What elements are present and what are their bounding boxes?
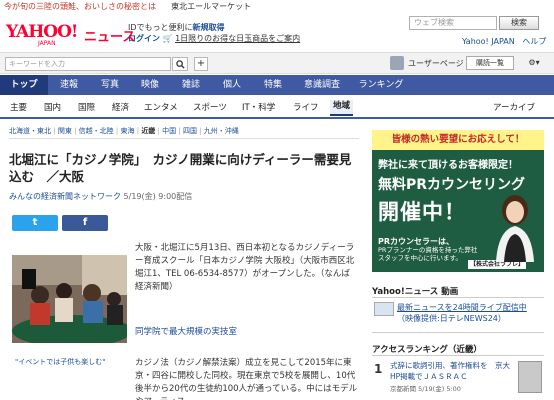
photo-caption: "イベントでは子供も楽しむ" [15,358,106,366]
category-photo[interactable]: 写真 [90,75,130,95]
logo-japan: JAPAN [38,40,56,47]
video-section-heading: Yahoo!ニュース 動画 [372,287,459,297]
region-link[interactable]: 四国 [183,127,197,135]
category-nav: トップ 速報 写真 映像 雑誌 個人 特集 意識調査 ランキング [0,75,554,95]
article-paragraph: 大阪・北堀江に5月13日、西日本初となるカジノディーラー育成スクール「日本カジノ… [135,243,355,292]
region-link[interactable]: 北海道・東北 [9,127,51,135]
ranking-date: 5/19(金) 5:00 [418,385,461,393]
ranking-thumbnail[interactable] [518,361,542,393]
ad-line: 開催中！ [378,200,466,224]
region-link[interactable]: 中国 [162,127,176,135]
article-source: みんなの経済新聞ネットワーク 5/19(金) 9:00配信 [9,191,192,202]
source-link[interactable]: みんなの経済新聞ネットワーク [9,192,121,201]
tab-sports[interactable]: スポーツ [193,101,227,113]
search-toolbar: キーワードを入力 + ユーザーページ 購読一覧 ⚙▾ [0,52,554,74]
article-photo[interactable] [12,255,127,343]
category-flash[interactable]: 速報 [48,75,90,95]
article-paragraph: カジノ法（カジノ解禁法案）成立を見こして2015年に東京・四谷に開校した同校。現… [135,358,358,400]
region-current: 近畿 [141,127,156,135]
keyword-search-input[interactable]: キーワードを入力 [5,57,171,71]
help-link[interactable]: ヘルプ [522,37,546,46]
category-survey[interactable]: 意識調査 [294,75,350,95]
ranking-source: 京都新聞 [390,385,416,393]
signup-link[interactable]: 新規取得 [193,23,225,32]
category-ranking[interactable]: ランキング [350,75,412,95]
ranking-item-meta: 京都新聞 5/19(金) 5:00 [390,383,461,393]
article-date: 5/19(金) 9:00配信 [123,192,193,201]
facebook-icon: f [82,217,88,228]
rank-number: 1 [374,362,383,376]
login-link[interactable]: ログイン [128,34,160,43]
category-magazine[interactable]: 雑誌 [170,75,212,95]
ad-pr-heading: PRカウンセラーは、 [378,237,455,246]
deal-link[interactable]: 1日限りのお得な日玉商品をご案内 [175,34,300,43]
category-individual[interactable]: 個人 [212,75,252,95]
ad-person-image [496,195,534,262]
magnifier-icon[interactable] [172,57,188,71]
tab-economy[interactable]: 経済 [112,101,129,113]
category-feature[interactable]: 特集 [252,75,294,95]
ranking-item-link[interactable]: 式辞に歌詞引用、著作権料を 京大HP掲載でＪＡＳＲＡＣ [390,360,512,382]
id-promo-text: IDでもっと便利に [128,23,193,32]
web-search-button[interactable]: 検索 [499,16,539,30]
tab-life[interactable]: ライフ [293,101,319,113]
twitter-share-button[interactable]: t [12,215,58,231]
access-ranking-heading: アクセスランキング（近畿） [372,345,482,355]
subscription-button[interactable]: 購読一覧 [466,56,514,70]
yahoo-logo[interactable]: YAHOO! [6,22,78,42]
region-link[interactable]: 信越・北陸 [79,127,114,135]
avatar[interactable] [390,56,404,70]
region-breadcrumb: 北海道・東北 | 関東 | 信越・北陸 | 東海 | 近畿 | 中国 | 四国 … [9,127,239,135]
ad-description: PRカウンセラーは、 PRプランナーの資格を持った弊社スタッフを中心に行います。 [378,237,478,263]
video-thumbnail-icon [374,302,394,316]
archive-link[interactable]: アーカイブ [493,101,535,113]
divider [372,355,544,356]
header-links: Yahoo! JAPAN ヘルプ [462,36,546,47]
tab-local[interactable]: 地域 [330,100,354,116]
promo-text[interactable]: 今が旬の三陸の頭鮭、おいしさの秘密とは [4,2,156,11]
id-promo: IDでもっと便利に新規取得 [128,22,225,33]
gear-icon[interactable]: ⚙▾ [520,56,548,70]
twitter-icon: t [32,217,38,228]
video-subtitle: （映像提供:日テレNEWS24） [397,314,506,323]
add-button[interactable]: + [194,57,208,71]
ad-line: 無料PRカウンセリング [378,177,526,193]
ad-line: 弊社に来て頂けるお客様限定！ [378,160,518,171]
genre-nav: 主要 国内 国際 経済 エンタメ スポーツ IT・科学 ライフ 地域 アーカイブ [0,97,554,119]
header: YAHOO! JAPAN ニュース IDでもっと便利に新規取得 ログイン 🛒 1… [0,14,554,50]
web-search-input[interactable]: ウェブ検索 [409,16,497,30]
top-promo-strip: 今が旬の三陸の頭鮭、おいしさの秘密とは 東北エールマーケット [0,0,554,14]
region-link[interactable]: 関東 [58,127,72,135]
promo-link[interactable]: 東北エールマーケット [171,2,251,11]
login-promo: ログイン 🛒 1日限りのお得な日玉商品をご案内 [128,33,300,44]
ad-pr-body: PRプランナーの資格を持った弊社スタッフを中心に行います。 [378,246,478,262]
region-link[interactable]: 九州・沖縄 [204,127,239,135]
video-title[interactable]: 最新ニュースを24時間ライブ配信中 （映像提供:日テレNEWS24） [397,302,542,324]
facebook-share-button[interactable]: f [62,215,108,231]
category-video[interactable]: 映像 [130,75,170,95]
cart-icon: 🛒 [162,34,173,43]
region-link[interactable]: 東海 [120,127,134,135]
video-item[interactable]: 最新ニュースを24時間ライブ配信中 （映像提供:日テレNEWS24） [372,297,544,333]
tab-domestic[interactable]: 国内 [44,101,61,113]
divider [9,138,359,139]
category-top[interactable]: トップ [0,75,48,95]
tab-main[interactable]: 主要 [10,101,27,113]
video-title-text: 最新ニュースを24時間ライブ配信中 [397,303,527,312]
tab-international[interactable]: 国際 [78,101,95,113]
yahoo-japan-link[interactable]: Yahoo! JAPAN [462,37,515,46]
ad-headline: 皆様の熱い要望にお応えして！ [372,130,544,150]
ad-banner[interactable]: 皆様の熱い要望にお応えして！ 弊社に来て頂けるお客様限定！ 無料PRカウンセリン… [372,130,544,272]
article-title: 北堀江に「カジノ学院」 カジノ開業に向けディーラー需要見込む ／大阪 [9,152,352,184]
tab-it-science[interactable]: IT・科学 [242,101,275,113]
article-subhead-link[interactable]: 同学院で最大規模の実技室 [135,325,237,337]
tab-entertainment[interactable]: エンタメ [144,101,178,113]
user-page-link[interactable]: ユーザーページ [408,58,464,69]
